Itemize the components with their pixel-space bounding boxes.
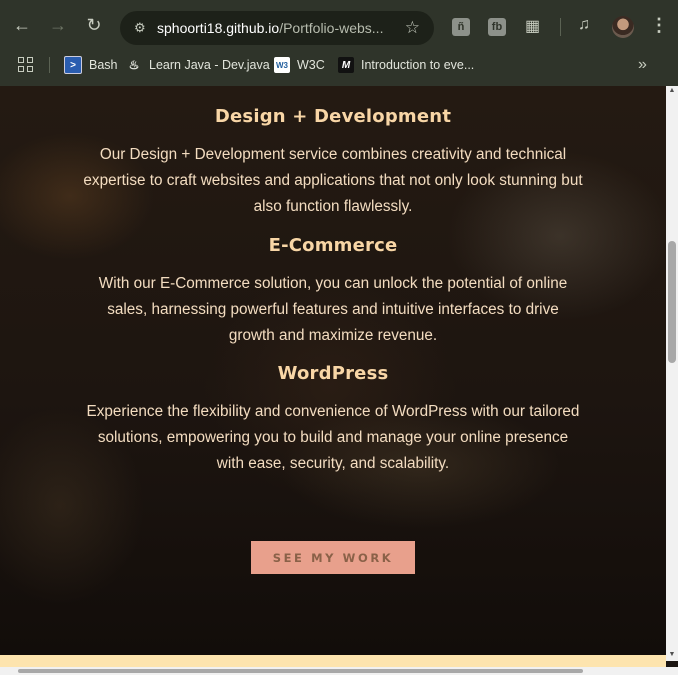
bookmarks-divider: [49, 57, 50, 73]
toolbar-divider: [560, 18, 561, 36]
apps-grid-icon[interactable]: [18, 57, 34, 73]
bookmark-item[interactable]: > Bash: [64, 56, 118, 74]
profile-avatar[interactable]: [612, 16, 634, 38]
bash-favicon-icon: >: [64, 56, 82, 74]
extension-icon[interactable]: fb: [488, 18, 506, 36]
scroll-down-arrow-icon[interactable]: ▼: [668, 651, 676, 658]
service-title: WordPress: [277, 363, 389, 384]
bookmark-item[interactable]: ♨ Learn Java - Dev.java: [126, 56, 270, 74]
browser-chrome: ← → ↻ ⚙ sphoorti18.github.io/Portfolio-w…: [0, 0, 678, 86]
medium-favicon-icon: M: [338, 57, 354, 73]
media-control-icon[interactable]: ♫: [578, 16, 590, 34]
scrollbar-thumb[interactable]: [18, 669, 583, 673]
bookmark-label: Bash: [89, 58, 118, 72]
url-text[interactable]: sphoorti18.github.io/Portfolio-webs...: [157, 20, 387, 36]
bookmarks-bar: > Bash ♨ Learn Java - Dev.java W3 W3C M …: [0, 50, 678, 80]
vertical-scrollbar[interactable]: ▲ ▼: [666, 86, 678, 661]
reload-icon[interactable]: ↻: [82, 13, 106, 37]
see-my-work-button[interactable]: SEE MY WORK: [251, 541, 415, 574]
w3c-favicon-icon: W3: [274, 57, 290, 73]
page-content: Design + Development Our Design + Develo…: [0, 86, 666, 655]
scrollbar-thumb[interactable]: [668, 241, 676, 363]
bookmark-label: Introduction to eve...: [361, 58, 475, 72]
site-info-icon[interactable]: ⚙: [134, 20, 150, 36]
service-wordpress: WordPress Experience the flexibility and…: [0, 363, 666, 476]
bookmarks-overflow-icon[interactable]: »: [638, 56, 647, 74]
browser-toolbar: ← → ↻ ⚙ sphoorti18.github.io/Portfolio-w…: [0, 0, 678, 50]
more-menu-icon[interactable]: ⋮: [650, 15, 668, 36]
service-design-development: Design + Development Our Design + Develo…: [0, 106, 666, 219]
service-title: E-Commerce: [268, 235, 398, 256]
back-icon[interactable]: ←: [10, 13, 34, 37]
bookmark-label: Learn Java - Dev.java: [149, 58, 270, 72]
bookmark-item[interactable]: M Introduction to eve...: [338, 56, 474, 74]
service-description: Experience the flexibility and convenien…: [86, 403, 580, 472]
scroll-up-arrow-icon[interactable]: ▲: [668, 87, 676, 94]
extensions-puzzle-icon[interactable]: ▦: [525, 16, 540, 36]
address-bar[interactable]: ⚙ sphoorti18.github.io/Portfolio-webs...…: [120, 11, 434, 45]
url-path: /Portfolio-webs...: [279, 20, 384, 36]
service-description: Our Design + Development service combine…: [83, 146, 583, 215]
url-host: sphoorti18.github.io: [157, 20, 280, 36]
service-ecommerce: E-Commerce With our E-Commerce solution,…: [0, 235, 666, 348]
service-description: With our E-Commerce solution, you can un…: [98, 275, 568, 344]
forward-icon[interactable]: →: [46, 13, 70, 37]
footer-strip: [0, 655, 666, 667]
bookmark-star-icon[interactable]: ☆: [405, 18, 420, 38]
java-favicon-icon: ♨: [128, 58, 140, 72]
horizontal-scrollbar[interactable]: [0, 667, 678, 675]
extension-icon[interactable]: ñ: [452, 18, 470, 36]
service-title: Design + Development: [214, 106, 452, 127]
bookmark-item[interactable]: W3 W3C: [274, 56, 325, 74]
bookmark-label: W3C: [297, 58, 325, 72]
